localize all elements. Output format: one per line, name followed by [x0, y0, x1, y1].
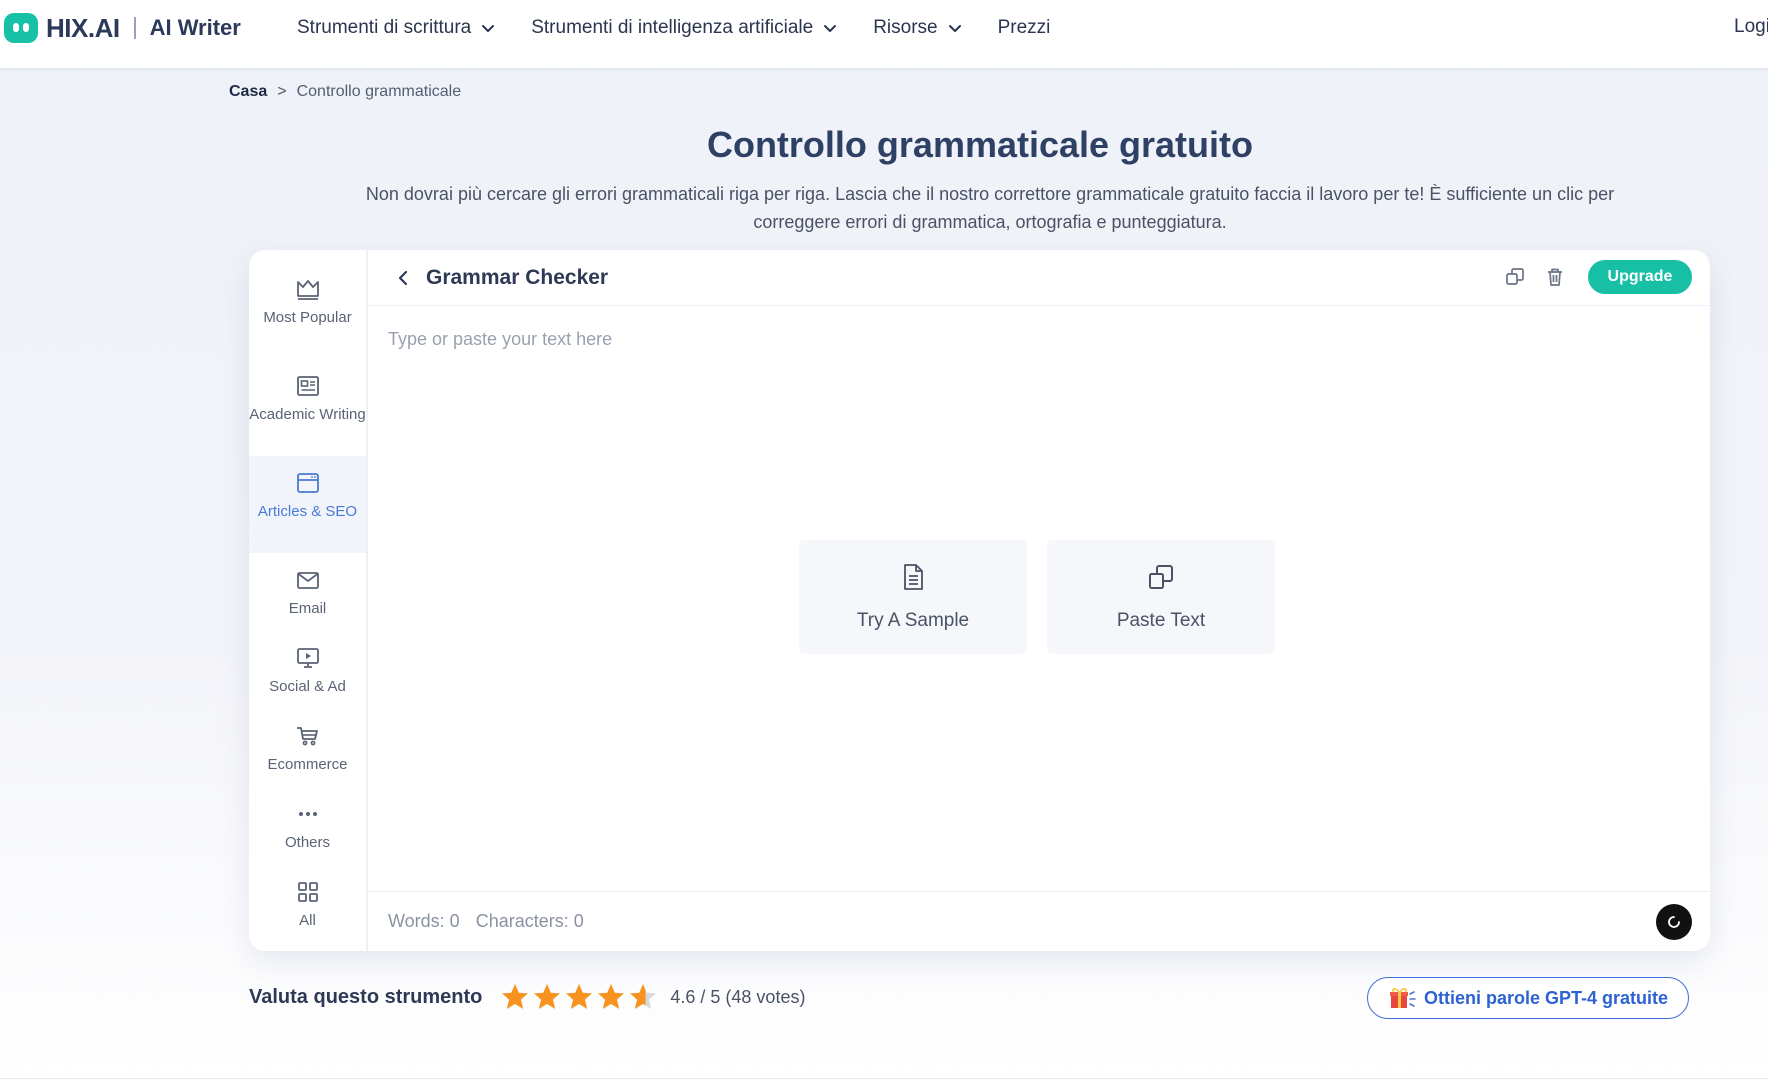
sidebar-item-label: Academic Writing [249, 406, 366, 423]
logo-divider [133, 17, 136, 39]
newspaper-icon [296, 376, 319, 396]
promo-label: Ottieni parole GPT-4 gratuite [1423, 987, 1669, 1008]
try-sample-label: Try A Sample [856, 610, 970, 631]
sidebar-item-label: Social & Ad [269, 678, 346, 695]
paste-icon [1149, 565, 1173, 589]
rating-row: Valuta questo strumento 4.6 / 5 (48 vote… [249, 982, 805, 1012]
grid-icon [297, 882, 318, 902]
header-actions: Upgrade [1504, 260, 1692, 294]
monitor-play-icon [296, 648, 319, 668]
nav-item-label: Risorse [873, 17, 938, 38]
gift-icon [1389, 988, 1416, 1008]
sidebar-item-others[interactable]: Others [249, 787, 366, 865]
rating-label: Valuta questo strumento [249, 985, 483, 1008]
nav-item-label: Strumenti di scrittura [297, 17, 472, 38]
tool-title: Grammar Checker [426, 265, 609, 289]
star-icon[interactable] [596, 982, 626, 1012]
word-count: Words: 0 [388, 911, 460, 931]
hix-logo-icon [4, 13, 38, 43]
breadcrumb-current: Controllo grammaticale [296, 83, 462, 100]
logo-text: HIX.AI [46, 12, 120, 43]
sidebar-item-all[interactable]: All [249, 865, 366, 943]
quick-actions: Try A Sample Paste Text [799, 540, 1295, 654]
star-icon[interactable] [500, 982, 530, 1012]
rating-value: 4.6 / 5 (48 votes) [670, 986, 806, 1007]
document-icon [904, 564, 923, 590]
sidebar-item-label: All [299, 912, 316, 929]
try-sample-button[interactable]: Try A Sample [799, 540, 1027, 654]
breadcrumb-home-link[interactable]: Casa [229, 83, 267, 101]
top-navbar: HIX.AI AI Writer Strumenti di scrittura … [0, 0, 1768, 68]
sidebar-item-label: Articles & SEO [257, 503, 358, 520]
chevron-down-icon [948, 25, 961, 32]
ellipsis-icon [298, 812, 317, 816]
sidebar-item-label: Ecommerce [267, 756, 348, 773]
breadcrumb: Casa > Controllo grammaticale [229, 83, 461, 101]
paste-text-label: Paste Text [1116, 610, 1206, 631]
page-title: Controllo grammaticale gratuito [706, 124, 1254, 165]
nav-item-ai-tools[interactable]: Strumenti di intelligenza artificiale [531, 17, 837, 39]
sidebar-item-ecommerce[interactable]: Ecommerce [249, 709, 366, 787]
character-count: Characters: 0 [475, 911, 584, 931]
nav-item-writing-tools[interactable]: Strumenti di scrittura [297, 17, 495, 39]
trash-icon[interactable] [1544, 266, 1566, 288]
sidebar-item-label: Others [284, 834, 330, 851]
sidebar-item-articles-seo[interactable]: Articles & SEO [249, 456, 366, 553]
sidebar-item-label: Email [288, 600, 327, 617]
sidebar-item-email[interactable]: Email [249, 553, 366, 631]
breadcrumb-separator: > [277, 83, 287, 100]
sidebar-item-label: Most Popular [263, 309, 352, 326]
logo-subtitle: AI Writer [149, 15, 241, 40]
main-menu: Strumenti di scrittura Strumenti di inte… [297, 14, 1086, 42]
star-icon[interactable] [628, 982, 658, 1012]
grammar-checker-card: Most Popular Academic Writing Articles &… [249, 250, 1710, 951]
category-sidebar: Most Popular Academic Writing Articles &… [249, 250, 368, 951]
nav-item-pricing[interactable]: Prezzi [998, 17, 1051, 39]
refresh-button[interactable] [1656, 904, 1692, 940]
star-icon[interactable] [532, 982, 562, 1012]
envelope-icon [296, 572, 319, 589]
upgrade-button[interactable]: Upgrade [1588, 260, 1692, 294]
sidebar-item-most-popular[interactable]: Most Popular [249, 262, 366, 359]
get-free-gpt4-words-button[interactable]: Ottieni parole GPT-4 gratuite [1367, 977, 1689, 1019]
browser-window-icon [296, 473, 319, 493]
sidebar-item-social-ad[interactable]: Social & Ad [249, 631, 366, 709]
chevron-left-icon[interactable] [394, 269, 412, 287]
tool-main-panel: Grammar Checker Upgrade Try A Sample Pas… [368, 250, 1710, 951]
chevron-down-icon [824, 25, 837, 32]
login-link[interactable]: Logi [1734, 16, 1768, 38]
nav-item-resources[interactable]: Risorse [873, 17, 961, 39]
nav-item-label: Strumenti di intelligenza artificiale [531, 17, 814, 38]
nav-item-label: Prezzi [997, 17, 1051, 38]
refresh-icon [1668, 916, 1680, 928]
tool-header: Grammar Checker Upgrade [368, 250, 1710, 306]
chevron-down-icon [482, 25, 495, 32]
star-rating[interactable] [500, 982, 660, 1012]
cart-icon [296, 727, 318, 746]
page-description: Non dovrai più cercare gli errori gramma… [365, 184, 1615, 232]
tool-footer: Words: 0 Characters: 0 [368, 891, 1710, 951]
crown-icon [296, 280, 319, 300]
page-divider [0, 1078, 1768, 1079]
paste-text-button[interactable]: Paste Text [1047, 540, 1275, 654]
star-icon[interactable] [564, 982, 594, 1012]
copy-icon[interactable] [1504, 266, 1526, 288]
sidebar-item-academic-writing[interactable]: Academic Writing [249, 359, 366, 456]
logo[interactable]: HIX.AI AI Writer [4, 12, 241, 44]
